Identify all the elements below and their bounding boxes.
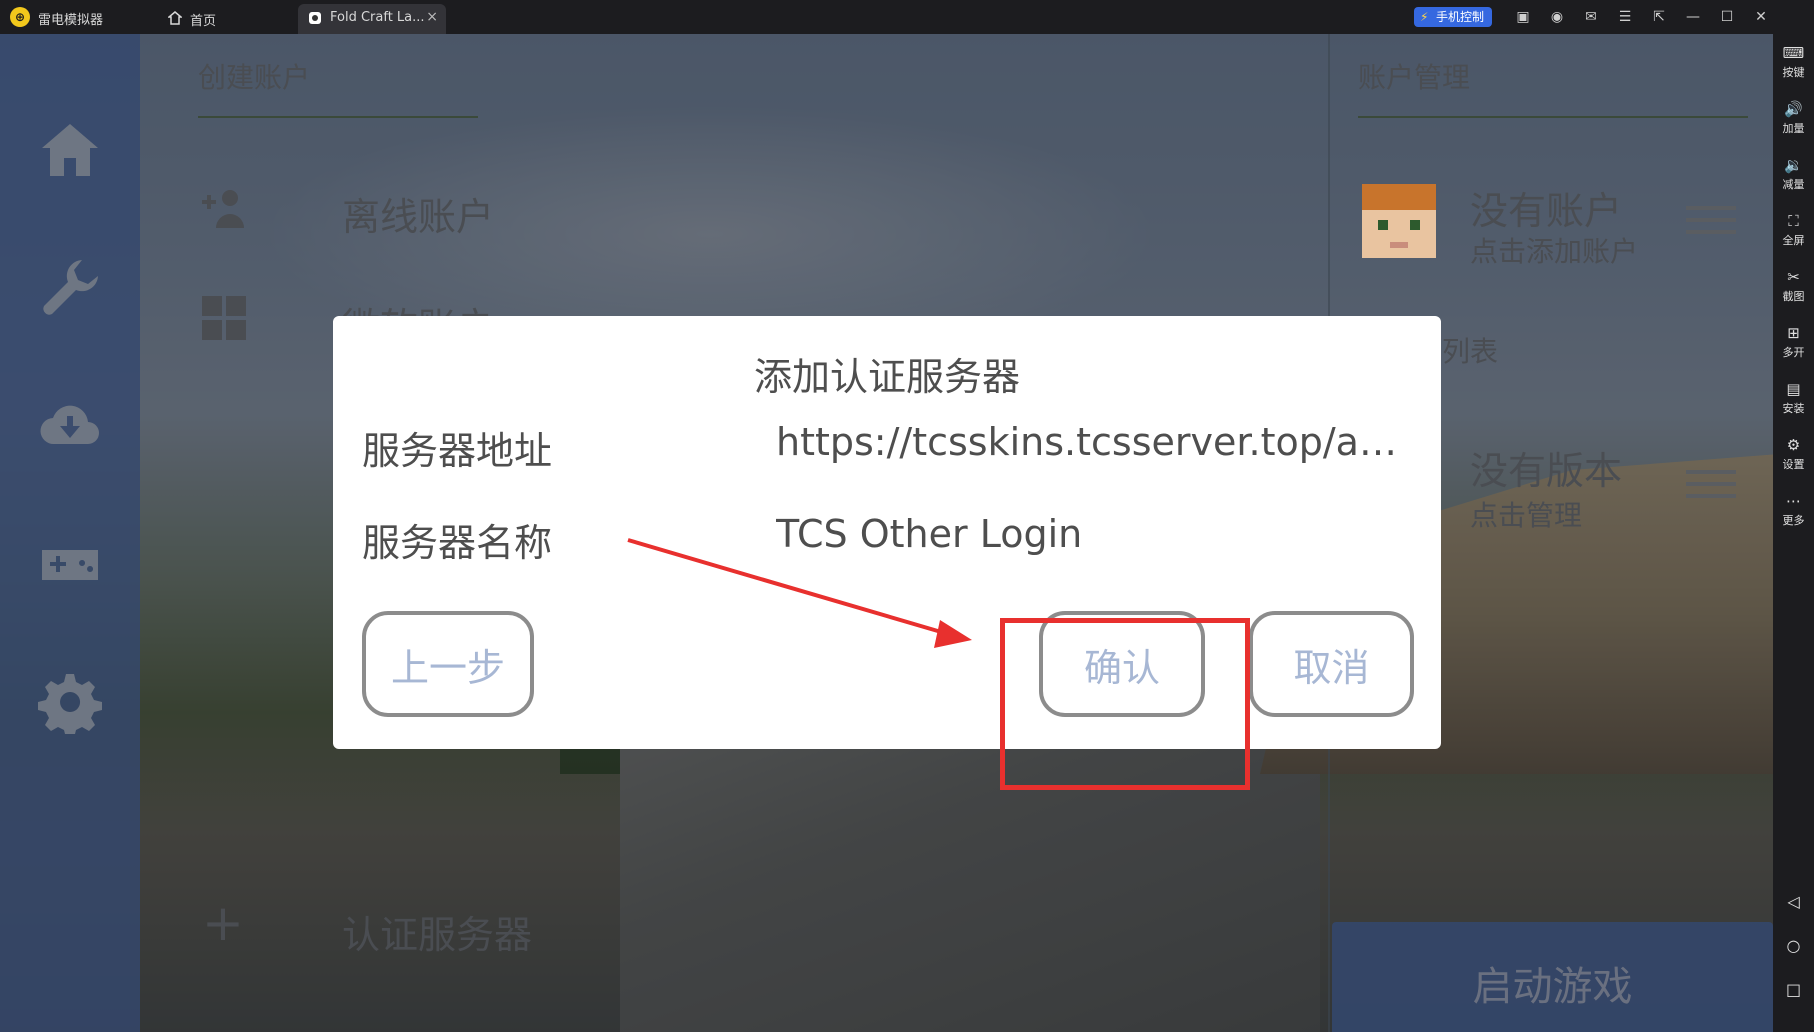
gamepad-icon	[42, 550, 98, 580]
install-apk-label: 安装	[1782, 402, 1805, 415]
add-account-hint: 点击添加账户	[1470, 235, 1639, 268]
no-account-label: 没有账户	[1470, 189, 1623, 233]
nav-game-button[interactable]	[30, 524, 110, 604]
phone-control-label: 手机控制	[1436, 10, 1485, 24]
emulator-app-name: 雷电模拟器	[38, 13, 104, 28]
phone-control-button[interactable]: ⚡ 手机控制	[1414, 7, 1492, 27]
divider	[198, 116, 478, 118]
tab-fold-craft[interactable]: Fold Craft La... ×	[298, 4, 446, 34]
scissors-icon: ✂	[1787, 268, 1800, 286]
screenshot-label: 截图	[1782, 290, 1805, 303]
server-name-label: 服务器名称	[362, 521, 553, 565]
keymap-label: 按键	[1782, 66, 1805, 79]
manage-hint: 点击管理	[1470, 499, 1583, 532]
lightning-icon: ⚡	[1420, 10, 1429, 24]
settings-label: 设置	[1782, 458, 1805, 471]
home-icon	[42, 124, 98, 176]
volume-down-icon: 🔉	[1784, 156, 1803, 174]
menu-icon[interactable]: ☰	[1608, 0, 1642, 34]
back-icon[interactable]: ◁	[1773, 892, 1814, 911]
add-user-icon	[202, 190, 244, 228]
launch-game-button[interactable]: 启动游戏	[1332, 922, 1773, 1032]
export-icon[interactable]: ⇱	[1642, 0, 1676, 34]
nav-home-button[interactable]	[30, 110, 110, 190]
gamepad-icon[interactable]: ▣	[1506, 0, 1540, 34]
multi-instance-icon: ⊞	[1787, 324, 1800, 342]
home-circle-icon[interactable]: ○	[1773, 936, 1814, 955]
maximize-icon[interactable]: ☐	[1710, 0, 1744, 34]
settings-button[interactable]: ⚙ 设置	[1773, 426, 1814, 482]
menu-icon[interactable]	[1686, 206, 1736, 234]
auth-server-option[interactable]: + 认证服务器	[202, 892, 602, 962]
volume-down-button[interactable]: 🔉 减量	[1773, 146, 1814, 202]
fullscreen-button[interactable]: ⛶ 全屏	[1773, 202, 1814, 258]
volume-up-icon: 🔊	[1784, 100, 1803, 118]
user-icon[interactable]: ◉	[1540, 0, 1574, 34]
tab-fold-craft-label: Fold Craft La...	[330, 10, 425, 25]
keyboard-icon: ⌨	[1782, 44, 1805, 62]
volume-up-label: 加量	[1782, 122, 1805, 135]
version-list-title: 列表	[1442, 335, 1499, 368]
more-button[interactable]: ⋯ 更多	[1773, 482, 1814, 538]
mail-icon[interactable]: ✉	[1574, 0, 1608, 34]
launch-game-label: 启动游戏	[1472, 964, 1633, 1010]
microsoft-icon	[202, 296, 246, 340]
auth-server-label: 认证服务器	[342, 913, 533, 957]
settings-icon: ⚙	[1786, 436, 1801, 454]
more-label: 更多	[1782, 514, 1805, 527]
screenshot-button[interactable]: ✂ 截图	[1773, 258, 1814, 314]
add-auth-server-dialog: 添加认证服务器 服务器地址 https://tcsskins.tcsserver…	[333, 316, 1441, 749]
volume-up-button[interactable]: 🔊 加量	[1773, 90, 1814, 146]
wrench-icon	[43, 260, 98, 315]
multi-instance-label: 多开	[1782, 346, 1805, 359]
divider	[1358, 116, 1748, 118]
emulator-logo-icon: ⊕	[10, 7, 30, 27]
avatar	[1362, 184, 1436, 258]
create-account-title: 创建账户	[198, 61, 311, 94]
nav-tools-button[interactable]	[30, 248, 110, 328]
minimize-icon[interactable]: —	[1676, 0, 1710, 34]
account-manage-title: 账户管理	[1358, 61, 1471, 94]
home-icon	[168, 11, 182, 25]
cancel-button[interactable]: 取消	[1249, 611, 1414, 717]
server-name-value[interactable]: TCS Other Login	[776, 512, 1416, 556]
no-version-label: 没有版本	[1470, 449, 1623, 493]
tab-home-label: 首页	[190, 14, 217, 29]
emulator-titlebar: ⊕ 雷电模拟器 首页 Fold Craft La... × ⚡ 手机控制 ▣ ◉…	[0, 0, 1814, 34]
fullscreen-label: 全屏	[1782, 234, 1805, 247]
apk-install-icon: ▤	[1786, 380, 1801, 398]
server-address-value[interactable]: https://tcsskins.tcsserver.top/api/yggdr…	[776, 420, 1416, 464]
emulator-sidebar: ⌨ 按键 🔊 加量 🔉 减量 ⛶ 全屏 ✂ 截图 ⊞ 多开 ▤ 安装 ⚙ 设置 ⋯ 更多 ◁ ○ …	[1773, 34, 1814, 1032]
install-apk-button[interactable]: ▤ 安装	[1773, 370, 1814, 426]
download-icon	[40, 405, 99, 445]
plus-icon: +	[202, 894, 244, 952]
offline-account-option[interactable]: 离线账户	[202, 174, 602, 244]
volume-down-label: 减量	[1782, 178, 1805, 191]
close-icon[interactable]: ✕	[1744, 0, 1778, 34]
nav-settings-button[interactable]	[30, 662, 110, 742]
multi-instance-button[interactable]: ⊞ 多开	[1773, 314, 1814, 370]
previous-button[interactable]: 上一步	[362, 611, 534, 717]
menu-icon[interactable]	[1686, 470, 1736, 498]
dialog-title: 添加认证服务器	[753, 355, 1020, 399]
offline-account-label: 离线账户	[342, 195, 495, 239]
keymap-button[interactable]: ⌨ 按键	[1773, 34, 1814, 90]
nav-rail	[0, 34, 140, 1032]
recents-icon[interactable]: □	[1773, 980, 1814, 999]
fullscreen-icon: ⛶	[1788, 212, 1799, 230]
tab-close-icon[interactable]: ×	[426, 9, 438, 25]
server-address-label: 服务器地址	[362, 429, 553, 473]
nav-download-button[interactable]	[30, 386, 110, 466]
app-icon	[309, 12, 321, 24]
tab-home[interactable]: 首页	[158, 4, 298, 34]
more-icon: ⋯	[1786, 492, 1801, 510]
gear-icon	[38, 674, 102, 734]
android-screen: 创建账户 离线账户 微软账户 + 认证服务器 账户管理 没有账户 点击添加账户 …	[0, 34, 1773, 1032]
annotation-highlight-box	[1000, 618, 1250, 790]
